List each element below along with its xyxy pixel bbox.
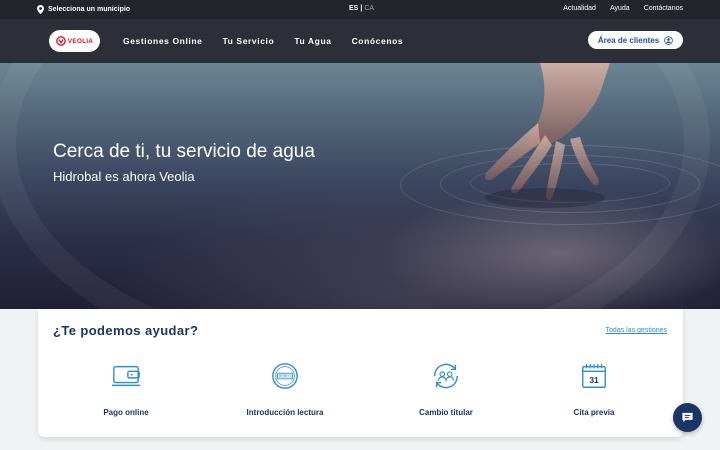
hero-banner: Cerca de ti, tu servicio de agua Hidroba… — [0, 63, 720, 309]
hero-title: Cerca de ti, tu servicio de agua — [53, 141, 315, 162]
link-ayuda[interactable]: Ayuda — [610, 5, 630, 12]
lang-es[interactable]: ES — [349, 5, 358, 12]
change-owner-icon — [434, 363, 458, 389]
meter-icon: 00001 — [272, 363, 298, 389]
lang-ca[interactable]: CA — [364, 5, 374, 12]
nav-conocenos[interactable]: Conócenos — [352, 36, 404, 46]
tile-pago-online[interactable]: Pago online — [61, 359, 191, 425]
municipality-label: Selecciona un municipio — [48, 6, 131, 13]
chat-button[interactable] — [673, 403, 702, 432]
hero-subtitle: Hidrobal es ahora Veolia — [53, 169, 195, 184]
all-gestiones-link[interactable]: Todas las gestiones — [606, 327, 667, 334]
tile-label: Pago online — [103, 408, 149, 417]
chat-bubble-icon — [682, 412, 693, 423]
help-card: ¿Te podemos ayudar? Todas las gestiones … — [38, 309, 683, 437]
tile-introduccion-lectura[interactable]: 00001 Introducción lectura — [220, 359, 350, 425]
main-navbar: VEOLIA Gestiones Online Tu Servicio Tu A… — [0, 19, 720, 63]
logo-wordmark: VEOLIA — [67, 37, 94, 45]
nav-tu-agua[interactable]: Tu Agua — [294, 36, 331, 46]
client-area-label: Área de clientes — [597, 35, 660, 45]
primary-nav: Gestiones Online Tu Servicio Tu Agua Con… — [123, 36, 403, 46]
nav-gestiones-online[interactable]: Gestiones Online — [123, 36, 203, 46]
help-title: ¿Te podemos ayudar? — [53, 323, 199, 338]
lang-separator: | — [360, 5, 363, 12]
veolia-emblem-icon — [55, 36, 66, 46]
tile-label: Cita previa — [573, 408, 615, 417]
top-utility-bar: Selecciona un municipio ES | CA Actualidad… — [0, 0, 720, 19]
location-pin-icon — [37, 5, 44, 14]
utility-links: Actualidad Ayuda Contáctanos — [563, 5, 683, 12]
municipality-selector[interactable]: Selecciona un municipio — [37, 5, 130, 14]
calendar-icon: 31 — [582, 363, 606, 388]
nav-tu-servicio[interactable]: Tu Servicio — [223, 36, 275, 46]
veolia-logo[interactable]: VEOLIA — [49, 30, 100, 52]
link-contactanos[interactable]: Contáctanos — [644, 5, 683, 12]
tile-cambio-titular[interactable]: Cambio titular — [381, 359, 511, 425]
link-actualidad[interactable]: Actualidad — [563, 5, 596, 12]
user-icon — [664, 35, 673, 45]
calendar-day: 31 — [589, 375, 599, 385]
tile-cita-previa[interactable]: 31 Cita previa — [529, 359, 659, 425]
tile-label: Introducción lectura — [246, 408, 324, 417]
hand-in-water-image — [485, 63, 610, 208]
meter-reading: 00001 — [279, 374, 292, 380]
tile-label: Cambio titular — [419, 408, 473, 417]
language-switch: ES | CA — [349, 5, 374, 12]
wallet-icon — [111, 365, 141, 387]
client-area-button[interactable]: Área de clientes — [588, 31, 683, 49]
